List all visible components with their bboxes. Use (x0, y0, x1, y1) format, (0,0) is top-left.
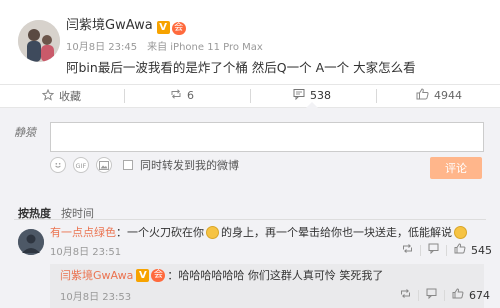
member-badge-icon: 会 (171, 22, 186, 35)
comment-reply-icon[interactable] (428, 243, 439, 257)
commenter-name[interactable]: 有一点点绿色 (50, 224, 116, 240)
composer-tools: GIF 同时转发到我的微博 (50, 157, 239, 173)
author-avatar[interactable] (18, 20, 60, 62)
divider (418, 289, 419, 301)
repost-button[interactable]: 6 (170, 88, 194, 103)
comment-button[interactable]: 538 (293, 88, 331, 103)
like-button[interactable]: 4944 (416, 88, 462, 103)
verified-badge-icon: V (136, 268, 150, 282)
my-avatar[interactable]: 静猿 (14, 124, 46, 150)
favorite-button[interactable]: 收藏 (41, 88, 81, 104)
submit-comment-button[interactable]: 评论 (430, 157, 482, 179)
comment-date: 10月8日 23:51 (50, 247, 122, 258)
post-text: 阿bin最后一波我看的是炸了个桶 然后Q一个 A一个 大家怎么看 (66, 60, 416, 75)
comment-like-icon[interactable] (454, 243, 466, 257)
comment-share-icon[interactable] (402, 243, 413, 257)
comment-text-cont: 的身上，再一个晕击给你也一块送走，低能解说 (221, 226, 452, 239)
repost-count: 6 (187, 89, 194, 102)
gif-icon[interactable]: GIF (73, 157, 89, 173)
reply-like-count: 674 (469, 288, 490, 302)
member-badge-icon: 会 (151, 268, 166, 282)
comment-like-count: 545 (471, 243, 492, 257)
reply-share-icon[interactable] (400, 288, 411, 302)
post-author[interactable]: 闫紫境GwAwa V 会 (66, 14, 186, 35)
post-date[interactable]: 10月8日 23:45 (66, 42, 137, 53)
reply-reply-icon[interactable] (426, 288, 437, 302)
comment-icon (293, 88, 305, 103)
thumbs-up-icon (416, 88, 429, 103)
star-icon (41, 88, 55, 104)
also-repost-checkbox[interactable] (123, 160, 133, 170)
like-count: 4944 (434, 89, 462, 102)
verified-badge-icon: V (156, 21, 170, 34)
emoji-icon[interactable] (50, 157, 66, 173)
commenter-avatar[interactable] (18, 229, 44, 255)
comment-actions: 545 (402, 243, 492, 257)
comment-count: 538 (310, 89, 331, 102)
reply-actions: 674 (400, 288, 490, 302)
favorite-label: 收藏 (59, 90, 81, 103)
svg-text:GIF: GIF (76, 162, 87, 169)
reply-date: 10月8日 23:53 (60, 292, 132, 303)
post-source: 来自 iPhone 11 Pro Max (147, 42, 263, 53)
cry-emoji-icon (454, 225, 467, 239)
comment-panel-pointer (306, 102, 318, 108)
reply-like-icon[interactable] (452, 288, 464, 302)
divider (376, 89, 377, 103)
post-meta: 10月8日 23:45 来自 iPhone 11 Pro Max (66, 38, 263, 53)
image-icon[interactable] (96, 157, 112, 173)
divider (250, 89, 251, 103)
my-avatar-text: 静猿 (14, 126, 36, 139)
reply-author-name[interactable]: 闫紫境GwAwa (60, 267, 133, 283)
also-repost-label: 同时转发到我的微博 (140, 159, 239, 172)
divider (14, 219, 486, 220)
divider (124, 89, 125, 103)
divider (420, 244, 421, 256)
divider (446, 244, 447, 256)
reply-text: ：哈哈哈哈哈哈 你们这群人真可怜 笑死我了 (167, 269, 384, 282)
author-name[interactable]: 闫紫境GwAwa (66, 18, 153, 33)
divider (444, 289, 445, 301)
comment-text: ：一个火刀砍在你 (116, 226, 204, 239)
comment-input[interactable] (50, 122, 484, 152)
repost-icon (170, 88, 182, 103)
reply-item: 闫紫境GwAwa V 会 ：哈哈哈哈哈哈 你们这群人真可怜 笑死我了 (60, 267, 383, 283)
face-emoji-icon (206, 225, 219, 239)
comment-item: 有一点点绿色 ：一个火刀砍在你 的身上，再一个晕击给你也一块送走，低能解说 (50, 224, 469, 240)
